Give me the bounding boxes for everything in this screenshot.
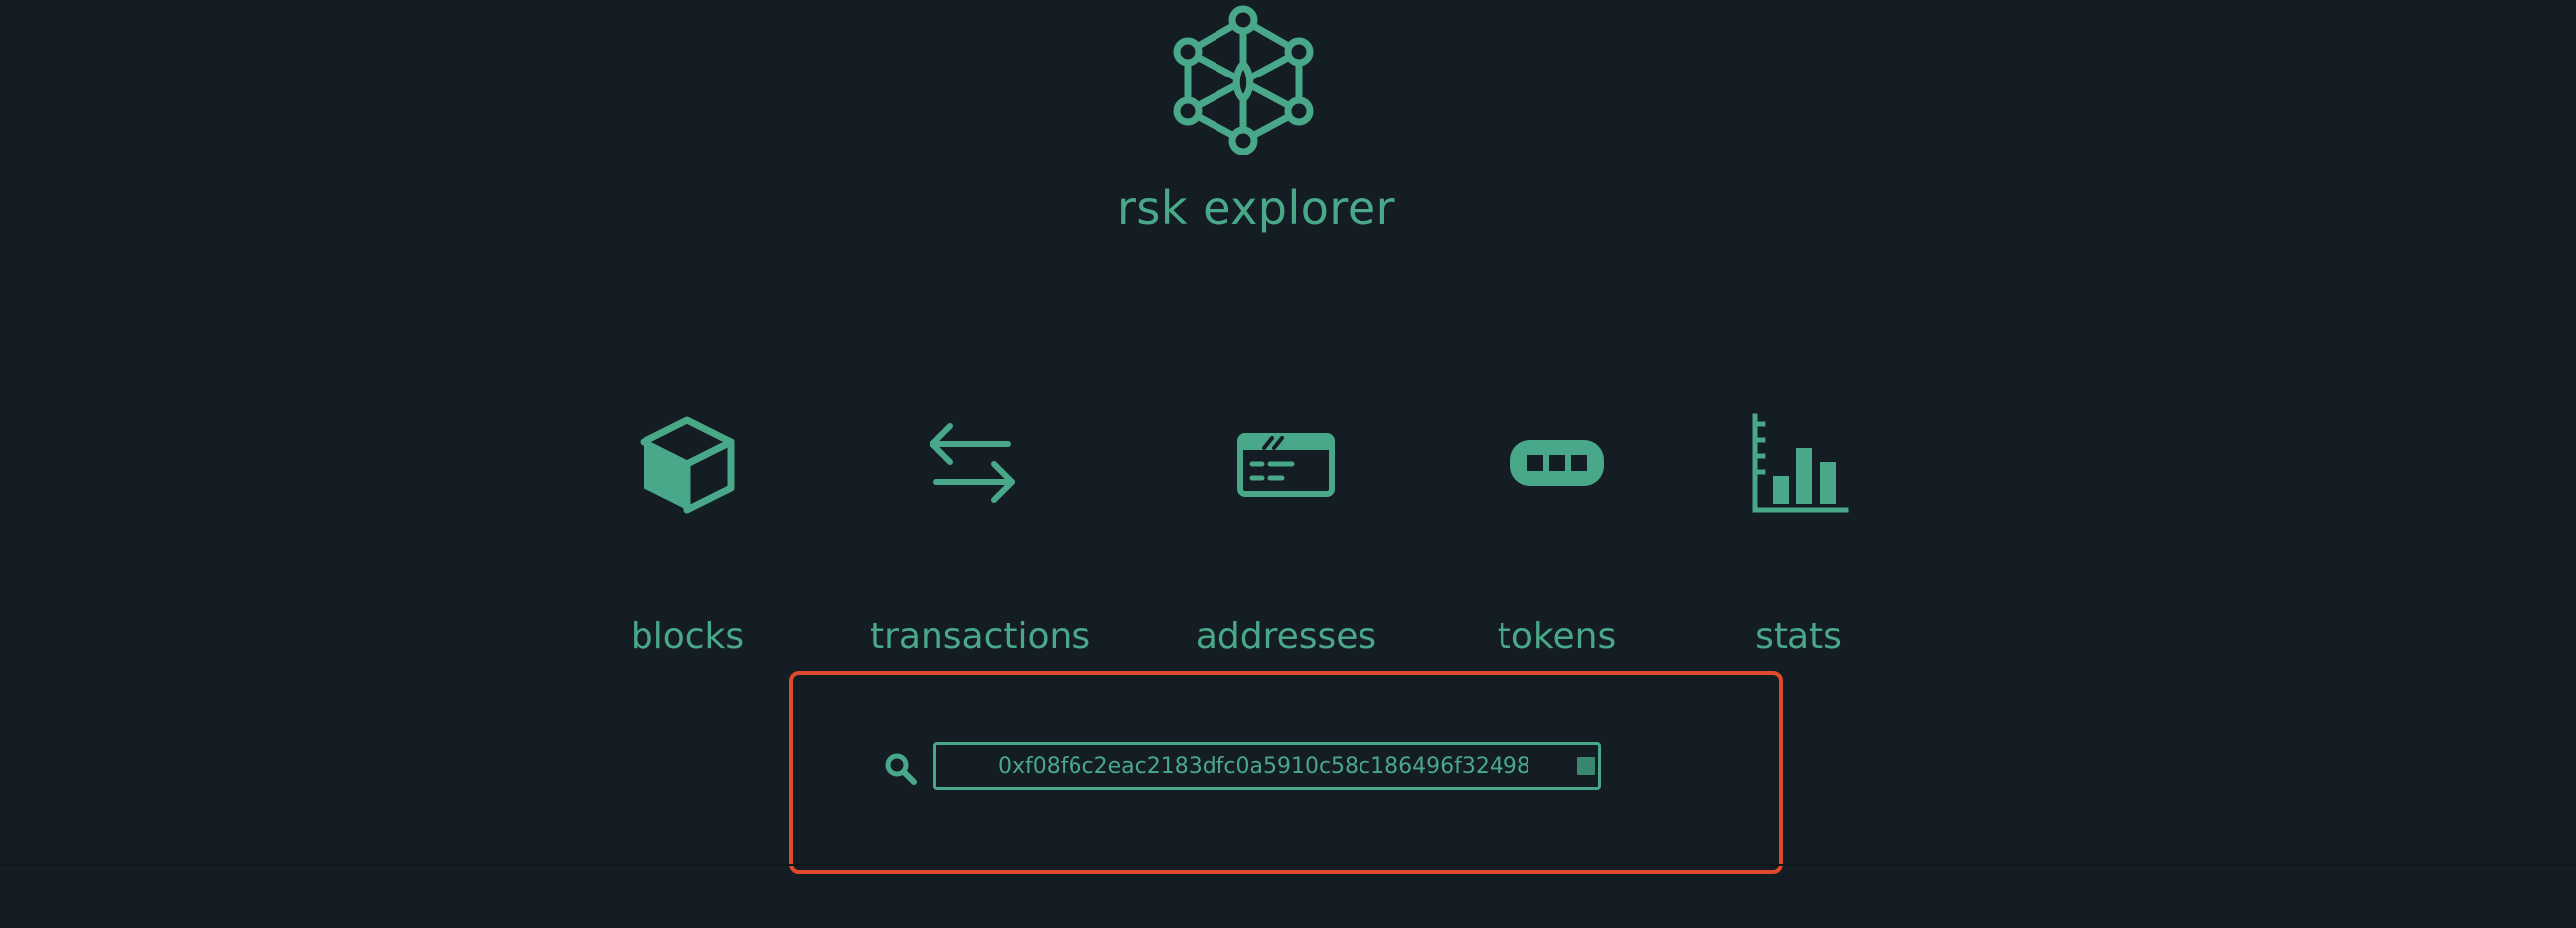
card-icon xyxy=(1234,412,1338,516)
nav-blocks[interactable]: blocks xyxy=(616,412,759,671)
footer-divider xyxy=(0,864,2576,866)
bar-chart-icon xyxy=(1747,412,1850,520)
nav-tokens-label: tokens xyxy=(1497,616,1617,657)
search-icon[interactable] xyxy=(884,752,918,786)
rsk-logo-icon[interactable] xyxy=(1172,2,1315,156)
brand-title[interactable]: rsk explorer xyxy=(1092,181,1420,234)
nav-blocks-label: blocks xyxy=(630,616,745,657)
nav-stats[interactable]: stats xyxy=(1743,412,1854,671)
search-clear-icon[interactable] xyxy=(1577,757,1595,775)
nav-transactions[interactable]: transactions xyxy=(870,412,1091,671)
page: rsk explorer blocks transactions address… xyxy=(0,0,2576,928)
transfer-arrows-icon xyxy=(923,412,1022,516)
nav-transactions-label: transactions xyxy=(870,616,1091,657)
nav-addresses[interactable]: addresses xyxy=(1192,412,1380,671)
nav-tokens[interactable]: tokens xyxy=(1485,412,1629,671)
nav-addresses-label: addresses xyxy=(1195,616,1377,657)
cube-icon xyxy=(636,412,739,520)
tokens-icon xyxy=(1505,412,1609,516)
search-input[interactable] xyxy=(933,742,1601,790)
nav-stats-label: stats xyxy=(1755,616,1842,657)
